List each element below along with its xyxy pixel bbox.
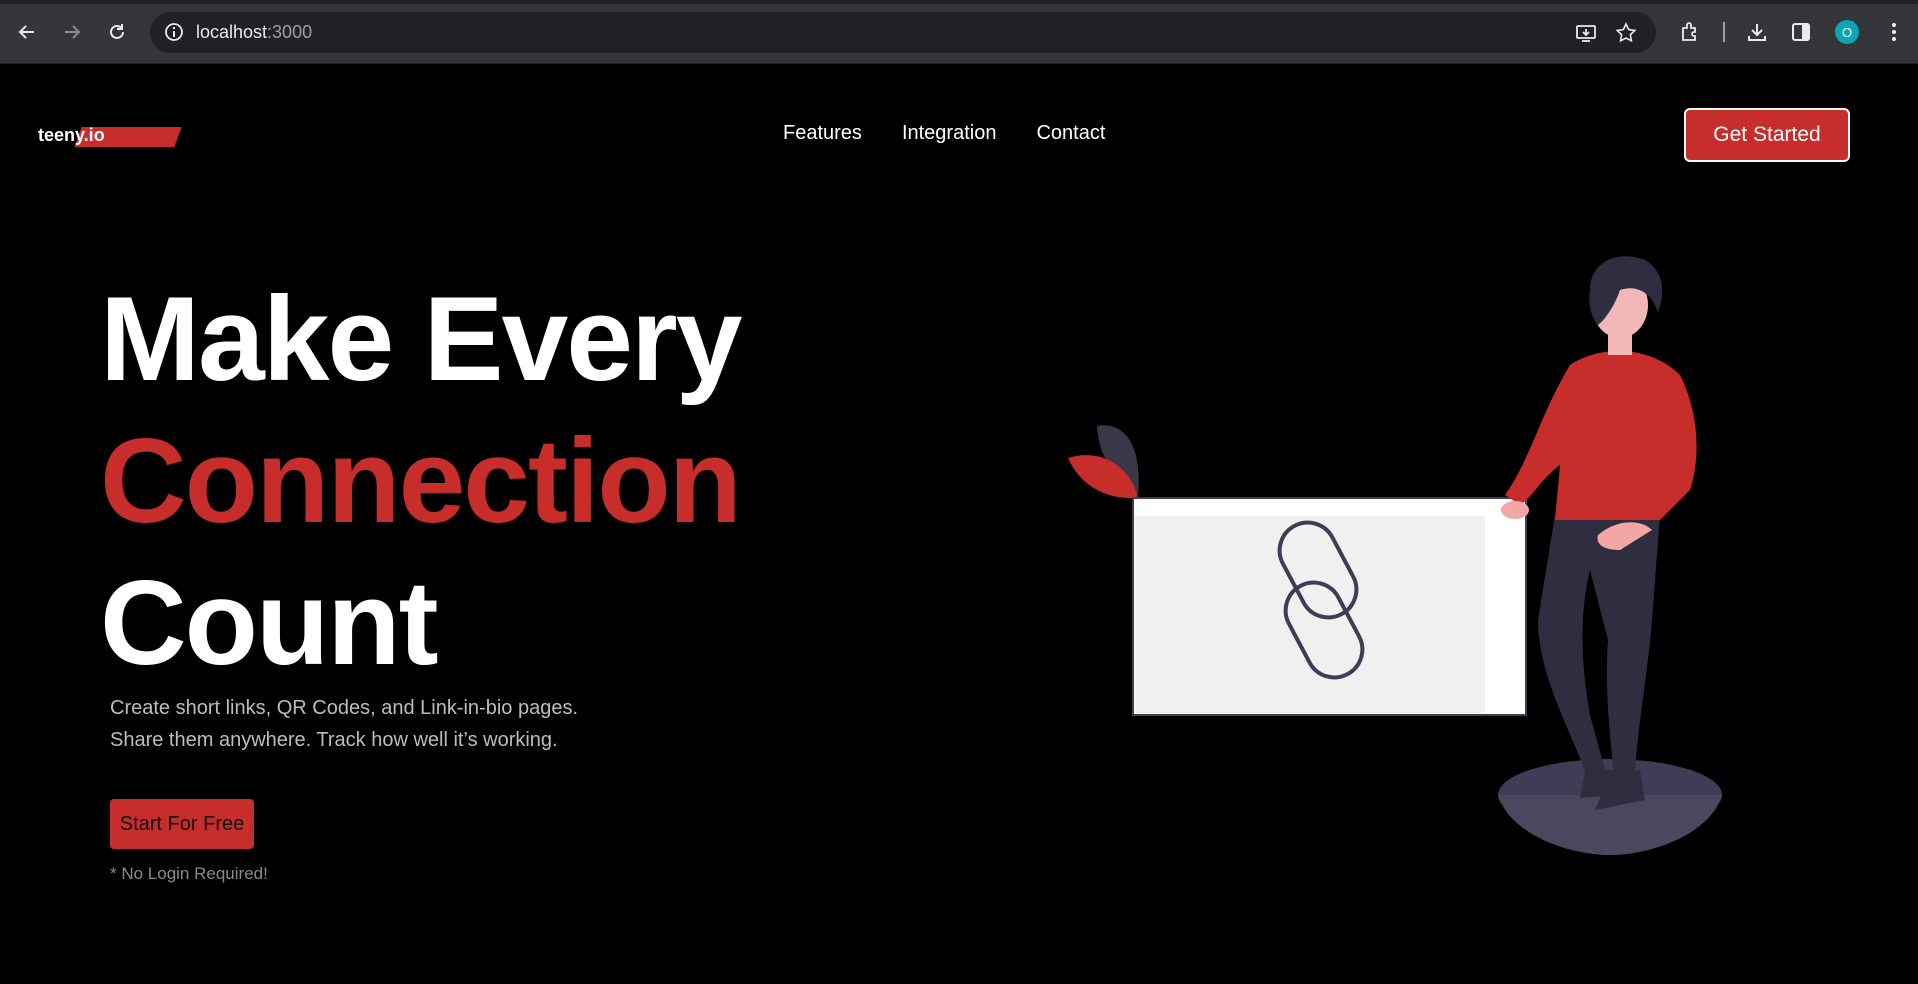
forward-button[interactable] [57,17,87,47]
install-app-icon[interactable] [1574,21,1598,45]
logo-text: teeny.io [38,125,105,145]
person-legs [1538,515,1660,785]
nav-link-contact[interactable]: Contact [1036,122,1105,145]
nav-link-features[interactable]: Features [783,122,862,145]
hero-subtitle-line-2: Share them anywhere. Track how well it’s… [110,729,558,751]
info-icon[interactable] [164,22,184,42]
hero-title-line-2: Connection [100,414,742,548]
bookmark-star-icon[interactable] [1614,21,1638,45]
reload-button[interactable] [102,17,132,47]
forward-icon [65,25,81,39]
url-text[interactable]: localhost:3000 [196,22,312,43]
profile-avatar[interactable]: O [1835,20,1859,44]
menu-icon[interactable] [1882,20,1906,44]
url-port: :3000 [267,22,313,42]
nav-link-integration[interactable]: Integration [902,122,997,145]
toolbar-divider [1723,22,1725,42]
hero-title-line-3: Count [100,556,439,690]
hero-illustration [1068,256,1722,855]
site-logo[interactable]: teeny.io [38,125,182,147]
person-hand-left [1501,501,1529,519]
url-host: localhost [196,22,268,42]
main-nav: Features Integration Contact [783,122,1105,145]
get-started-button[interactable]: Get Started [1684,108,1850,162]
back-button[interactable] [12,17,42,47]
back-icon [18,25,34,39]
browser-toolbar: localhost:3000 O [0,0,1918,64]
hero-subtitle-line-1: Create short links, QR Codes, and Link-i… [110,697,579,719]
reload-icon [110,24,124,39]
tab-strip [0,0,1918,4]
link-board-panel [1135,516,1485,713]
address-bar[interactable]: localhost:3000 [150,12,1656,53]
hero-title-line-1: Make Every [100,272,742,406]
person-torso [1505,351,1697,520]
hero-title: Make Every Connection Count [100,268,742,694]
hero-subtitle: Create short links, QR Codes, and Link-i… [110,692,578,756]
extensions-icon[interactable] [1679,20,1703,44]
side-panel-icon[interactable] [1789,20,1813,44]
downloads-icon[interactable] [1745,20,1769,44]
no-login-note: * No Login Required! [110,864,268,883]
start-for-free-button[interactable]: Start For Free [110,799,254,849]
